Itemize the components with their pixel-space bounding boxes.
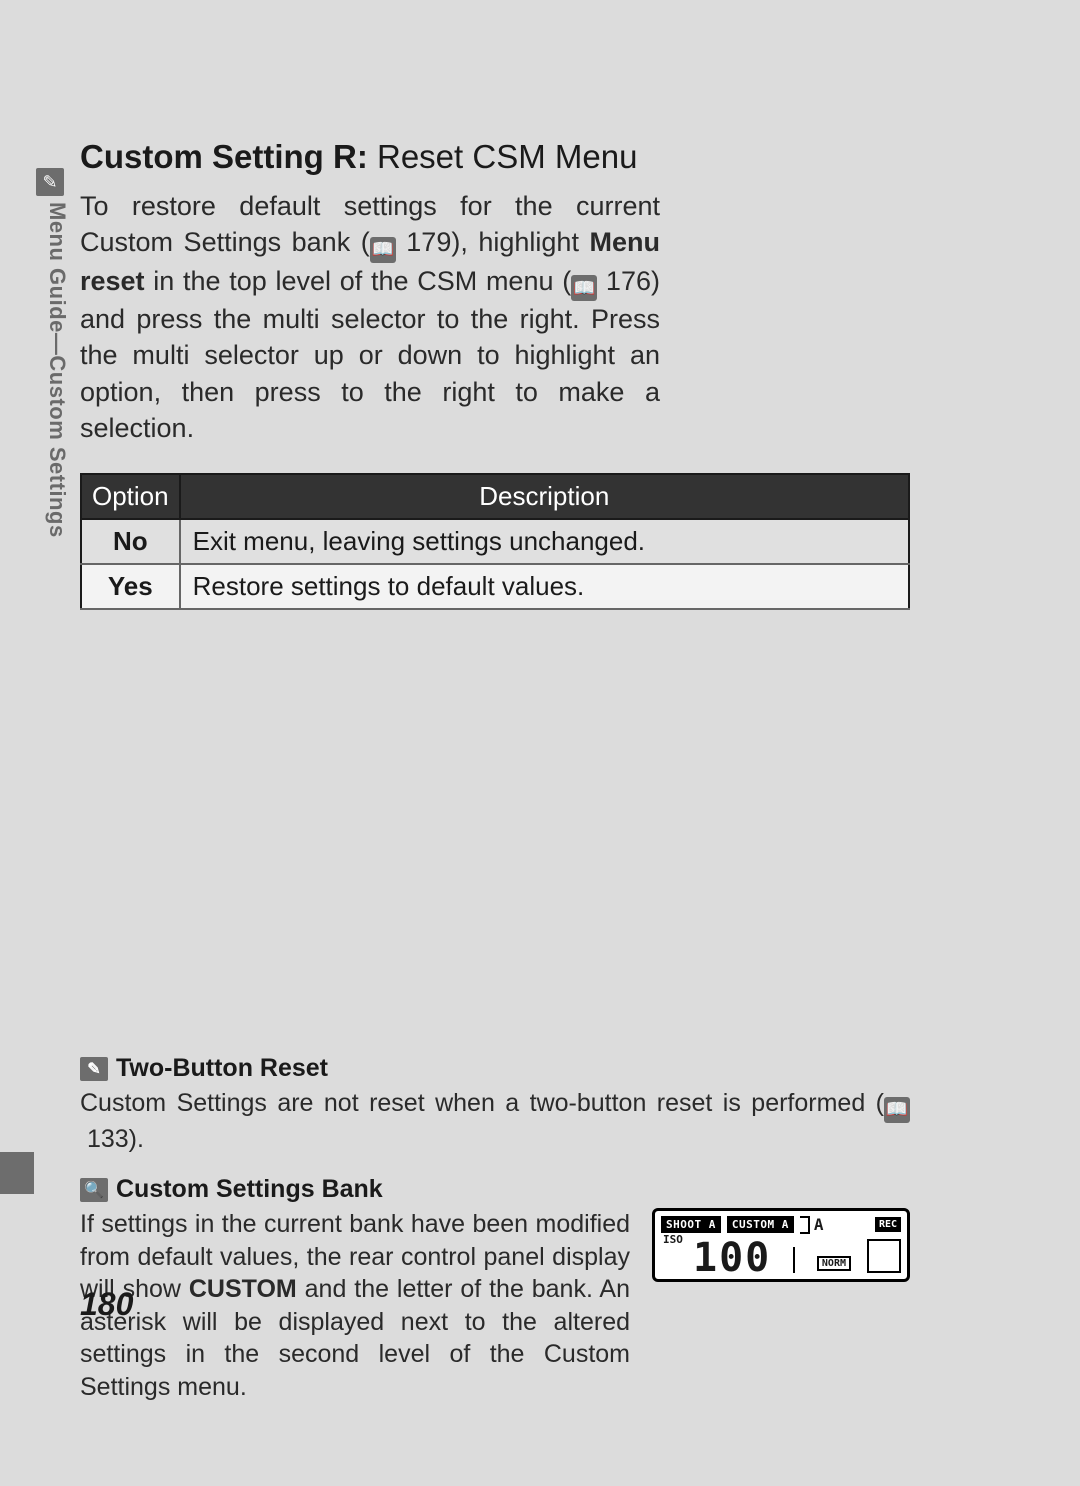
note1-title: Two-Button Reset — [116, 1054, 328, 1083]
ref-glyph: 📖 — [573, 276, 595, 300]
page-content: Custom Setting R: Reset CSM Menu To rest… — [40, 138, 910, 610]
intro-part3: in the top level of the CSM menu ( — [145, 266, 572, 296]
magnifier-icon: 🔍 — [80, 1178, 108, 1202]
card-icon — [867, 1239, 901, 1273]
ref-glyph: 📖 — [372, 237, 394, 261]
notes-section: ✎ Two-Button Reset Custom Settings are n… — [80, 1054, 910, 1403]
note1-text-a: Custom Settings are not reset when a two… — [80, 1089, 884, 1117]
note2-block: If settings in the current bank have bee… — [80, 1208, 910, 1403]
desc-cell: Restore settings to default values. — [180, 564, 909, 609]
intro-paragraph: To restore default settings for the curr… — [80, 188, 660, 447]
lcd-panel-illustration: SHOOT A CUSTOM A A REC ISO 100 NORM — [652, 1208, 910, 1282]
desc-cell: Exit menu, leaving settings unchanged. — [180, 519, 909, 564]
page-ref-icon: 📖 — [884, 1097, 910, 1123]
col-description: Description — [180, 474, 909, 519]
page-edge-tab — [0, 1152, 34, 1194]
option-cell: No — [81, 519, 180, 564]
shoot-tag: SHOOT A — [661, 1216, 721, 1233]
note1-text-b: ). — [129, 1125, 144, 1153]
note2-head: 🔍 Custom Settings Bank — [80, 1175, 910, 1204]
bracket-icon — [800, 1216, 810, 1234]
lcd-divider — [793, 1247, 795, 1273]
table-row: No Exit menu, leaving settings unchanged… — [81, 519, 909, 564]
options-table: Option Description No Exit menu, leaving… — [80, 473, 910, 610]
rec-tag: REC — [875, 1217, 901, 1232]
page-ref-icon: 📖 — [370, 237, 396, 263]
icon-glyph: 🔍 — [84, 1180, 104, 1200]
custom-tag: CUSTOM A — [727, 1216, 794, 1233]
option-cell: Yes — [81, 564, 180, 609]
page-number: 180 — [80, 1286, 133, 1323]
table-row: Yes Restore settings to default values. — [81, 564, 909, 609]
ref2-page: 176 — [606, 266, 651, 296]
note2-title: Custom Settings Bank — [116, 1175, 383, 1204]
iso-label: ISO — [663, 1233, 683, 1246]
bank-letter: A — [814, 1215, 824, 1234]
pencil-icon: ✎ — [80, 1057, 108, 1081]
intro-part2: ), highlight — [451, 227, 589, 257]
section-heading: Custom Setting R: Reset CSM Menu — [80, 138, 910, 176]
heading-bold: Custom Setting R: — [80, 138, 368, 175]
ref-glyph: 📖 — [886, 1098, 908, 1121]
ref1-page: 179 — [406, 227, 451, 257]
col-option: Option — [81, 474, 180, 519]
iso-value: 100 — [693, 1235, 771, 1281]
note1-body: Custom Settings are not reset when a two… — [80, 1087, 910, 1155]
note2-custom-bold: CUSTOM — [189, 1275, 297, 1303]
norm-tag: NORM — [817, 1256, 851, 1271]
heading-light: Reset CSM Menu — [377, 138, 637, 175]
note1-refpage: 133 — [87, 1125, 129, 1153]
note2-body: If settings in the current bank have bee… — [80, 1208, 630, 1403]
note1-head: ✎ Two-Button Reset — [80, 1054, 910, 1083]
icon-glyph: ✎ — [87, 1059, 100, 1079]
page-ref-icon: 📖 — [571, 275, 597, 301]
